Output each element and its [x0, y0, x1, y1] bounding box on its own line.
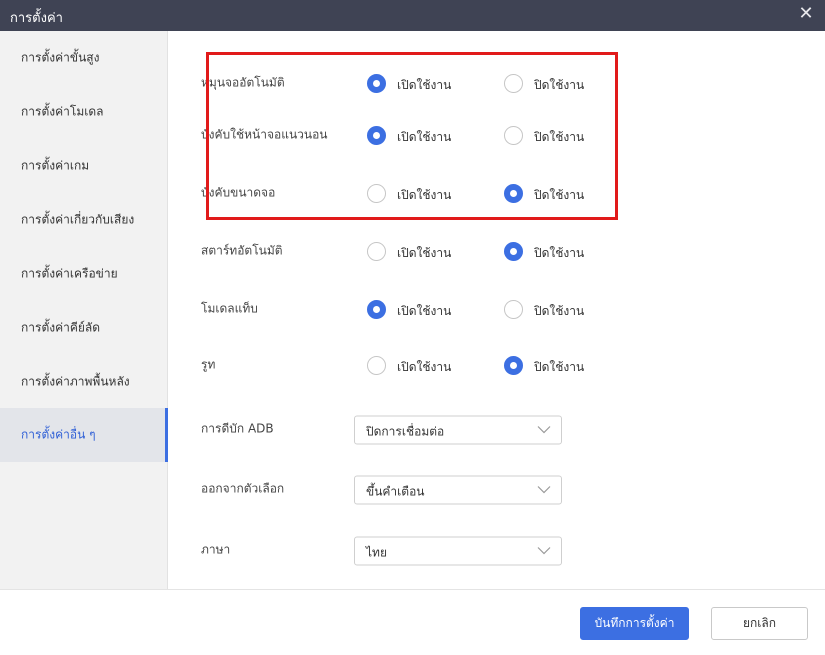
sidebar-item-advanced[interactable]: การตั้งค่าขั้นสูง — [0, 31, 168, 85]
radio-circle — [367, 300, 386, 319]
radio-label: ปิดใช้งาน — [534, 360, 585, 374]
cancel-button[interactable]: ยกเลิก — [711, 607, 808, 640]
radio-label: เปิดใช้งาน — [397, 304, 452, 318]
setting-row-tablet-model: โมเดลแท็บ เปิดใช้งาน ปิดใช้งาน — [169, 290, 825, 330]
setting-row-force-landscape: บังคับใช้หน้าจอแนวนอน เปิดใช้งาน ปิดใช้ง… — [169, 116, 825, 156]
sidebar-item-model[interactable]: การตั้งค่าโมเดล — [0, 85, 168, 139]
select-value: ปิดการเชื่อมต่อ — [366, 424, 445, 439]
setting-row-force-screen-size: บังคับขนาดจอ เปิดใช้งาน ปิดใช้งาน — [169, 174, 825, 214]
sidebar-item-label: การตั้งค่าเกม — [21, 158, 90, 173]
adb-debug-select[interactable]: ปิดการเชื่อมต่อ — [354, 415, 562, 445]
chevron-down-icon — [537, 426, 551, 434]
radio-circle — [504, 356, 523, 375]
setting-label: การดีบัก ADB — [201, 421, 274, 436]
save-settings-button[interactable]: บันทึกการตั้งค่า — [580, 607, 689, 640]
radio-circle — [504, 300, 523, 319]
sidebar-item-other[interactable]: การตั้งค่าอื่น ๆ — [0, 408, 168, 462]
setting-label: สตาร์ทอัตโนมัติ — [201, 243, 283, 258]
radio-enable[interactable]: เปิดใช้งาน — [367, 126, 477, 146]
sidebar-item-label: การตั้งค่าอื่น ๆ — [21, 427, 96, 442]
setting-row-exit-option: ออกจากตัวเลือก ขึ้นคำเตือน — [169, 470, 825, 510]
sidebar-item-label: การตั้งค่าเกี่ยวกับเสียง — [21, 212, 135, 227]
radio-label: เปิดใช้งาน — [397, 78, 452, 92]
radio-label: เปิดใช้งาน — [397, 188, 452, 202]
radio-circle — [367, 356, 386, 375]
radio-disable[interactable]: ปิดใช้งาน — [504, 74, 614, 94]
title-bar: การตั้งค่า ✕ — [0, 0, 825, 31]
settings-panel: หมุนจออัตโนมัติ เปิดใช้งาน ปิดใช้งาน บัง… — [169, 31, 825, 589]
radio-enable[interactable]: เปิดใช้งาน — [367, 74, 477, 94]
radio-label: ปิดใช้งาน — [534, 130, 585, 144]
setting-label: รูท — [201, 357, 216, 372]
radio-label: ปิดใช้งาน — [534, 78, 585, 92]
sidebar-item-wallpaper[interactable]: การตั้งค่าภาพพื้นหลัง — [0, 355, 168, 409]
radio-disable[interactable]: ปิดใช้งาน — [504, 184, 614, 204]
setting-label: ภาษา — [201, 542, 231, 557]
radio-circle — [367, 242, 386, 261]
setting-row-auto-start: สตาร์ทอัตโนมัติ เปิดใช้งาน ปิดใช้งาน — [169, 232, 825, 272]
radio-disable[interactable]: ปิดใช้งาน — [504, 242, 614, 262]
sidebar-item-game[interactable]: การตั้งค่าเกม — [0, 139, 168, 193]
chevron-down-icon — [537, 547, 551, 555]
chevron-down-icon — [537, 486, 551, 494]
select-value: ไทย — [366, 545, 387, 560]
radio-label: เปิดใช้งาน — [397, 246, 452, 260]
radio-label: ปิดใช้งาน — [534, 188, 585, 202]
setting-label: โมเดลแท็บ — [201, 301, 258, 316]
sidebar-item-label: การตั้งค่าเครือข่าย — [21, 266, 118, 281]
radio-circle — [367, 74, 386, 93]
dialog-footer: บันทึกการตั้งค่า ยกเลิก — [0, 589, 825, 655]
sidebar-item-shortcuts[interactable]: การตั้งค่าคีย์ลัด — [0, 301, 168, 355]
radio-enable[interactable]: เปิดใช้งาน — [367, 242, 477, 262]
sidebar-item-label: การตั้งค่าคีย์ลัด — [21, 320, 101, 335]
sidebar-item-network[interactable]: การตั้งค่าเครือข่าย — [0, 247, 168, 301]
radio-enable[interactable]: เปิดใช้งาน — [367, 184, 477, 204]
setting-label: ออกจากตัวเลือก — [201, 481, 285, 496]
radio-disable[interactable]: ปิดใช้งาน — [504, 300, 614, 320]
sidebar-item-label: การตั้งค่าภาพพื้นหลัง — [21, 374, 130, 389]
radio-label: เปิดใช้งาน — [397, 130, 452, 144]
sidebar-item-label: การตั้งค่าโมเดล — [21, 104, 104, 119]
radio-label: ปิดใช้งาน — [534, 246, 585, 260]
radio-enable[interactable]: เปิดใช้งาน — [367, 300, 477, 320]
sidebar-item-label: การตั้งค่าขั้นสูง — [21, 50, 100, 65]
setting-row-root: รูท เปิดใช้งาน ปิดใช้งาน — [169, 346, 825, 386]
radio-circle — [367, 184, 386, 203]
radio-circle — [504, 74, 523, 93]
settings-sidebar: การตั้งค่าขั้นสูง การตั้งค่าโมเดล การตั้… — [0, 31, 168, 589]
setting-label: บังคับใช้หน้าจอแนวนอน — [201, 127, 328, 142]
setting-row-language: ภาษา ไทย — [169, 531, 825, 571]
radio-enable[interactable]: เปิดใช้งาน — [367, 356, 477, 376]
radio-disable[interactable]: ปิดใช้งาน — [504, 356, 614, 376]
exit-option-select[interactable]: ขึ้นคำเตือน — [354, 475, 562, 505]
radio-circle — [504, 242, 523, 261]
setting-row-adb-debug: การดีบัก ADB ปิดการเชื่อมต่อ — [169, 410, 825, 450]
radio-disable[interactable]: ปิดใช้งาน — [504, 126, 614, 146]
radio-label: ปิดใช้งาน — [534, 304, 585, 318]
close-icon[interactable]: ✕ — [796, 4, 816, 24]
radio-circle — [504, 184, 523, 203]
select-value: ขึ้นคำเตือน — [366, 484, 425, 499]
language-select[interactable]: ไทย — [354, 536, 562, 566]
setting-label: บังคับขนาดจอ — [201, 185, 276, 200]
setting-row-auto-rotate: หมุนจออัตโนมัติ เปิดใช้งาน ปิดใช้งาน — [169, 64, 825, 104]
radio-circle — [504, 126, 523, 145]
sidebar-item-audio[interactable]: การตั้งค่าเกี่ยวกับเสียง — [0, 193, 168, 247]
radio-circle — [367, 126, 386, 145]
window-title: การตั้งค่า — [10, 11, 63, 26]
radio-label: เปิดใช้งาน — [397, 360, 452, 374]
setting-label: หมุนจออัตโนมัติ — [201, 75, 285, 90]
